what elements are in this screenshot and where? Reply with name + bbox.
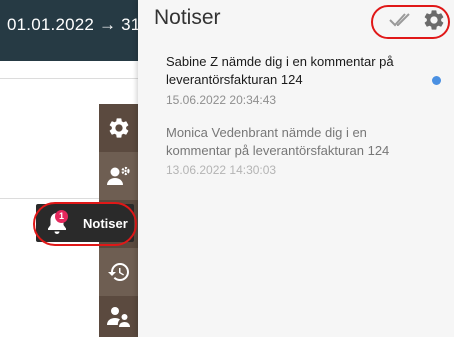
notification-timestamp: 15.06.2022 20:34:43 [166, 93, 277, 107]
notiser-label: Notiser [83, 216, 128, 231]
users-icon [106, 306, 130, 327]
notiser-button[interactable]: 1 Notiser [36, 204, 134, 242]
user-settings-button[interactable] [99, 152, 138, 200]
divider [0, 78, 138, 79]
unread-indicator [432, 76, 441, 85]
gear-icon [109, 118, 128, 138]
notification-count-badge: 1 [55, 210, 68, 223]
notification-timestamp: 13.06.2022 14:30:03 [166, 163, 277, 177]
app-header-bar: 01.01.2022 → 31.12.2022 [0, 0, 208, 61]
gear-icon[interactable] [422, 8, 446, 32]
double-check-icon[interactable] [388, 9, 414, 29]
history-button[interactable] [99, 248, 138, 296]
panel-title: Notiser [154, 6, 221, 29]
users-button[interactable] [99, 296, 138, 337]
notification-text: Monica Vedenbrant nämde dig i en komment… [166, 125, 390, 158]
notification-text: Sabine Z nämde dig i en kommentar på lev… [166, 54, 394, 87]
notifications-panel: Notiser Sabine Z nämde dig i en kommenta… [138, 0, 454, 337]
history-icon [107, 263, 129, 281]
user-settings-icon [106, 166, 130, 185]
settings-button[interactable] [99, 104, 138, 152]
